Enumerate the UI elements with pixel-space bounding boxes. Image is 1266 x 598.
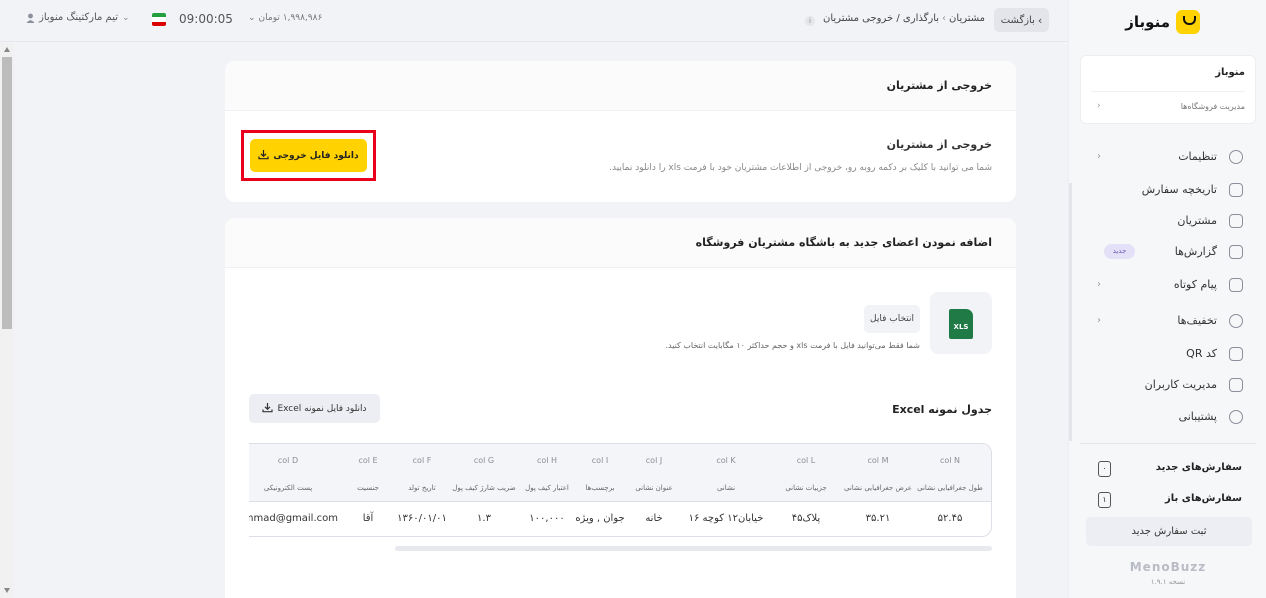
chart-icon (1229, 245, 1243, 259)
breadcrumb-separator: › (942, 13, 947, 24)
sidebar-item-0[interactable]: تنظیمات ‹ (1069, 146, 1266, 170)
divider (1080, 443, 1256, 444)
column-header: پست الکترونیکی (263, 484, 313, 492)
sidebar-item-7[interactable]: مدیریت کاربران (1069, 374, 1266, 398)
headset-icon (1229, 410, 1243, 424)
brand-logo[interactable]: منوباز (1125, 10, 1200, 34)
export-section-title: خروجی از مشتریان (886, 138, 992, 151)
xls-file-icon-box[interactable]: XLS (930, 292, 992, 354)
chevron-left-icon: ‹ (1097, 279, 1101, 290)
store-selector[interactable]: منوباز مدیریت فروشگاه‌ها › (1080, 55, 1256, 124)
sidebar-item-1[interactable]: تاریخچه سفارش (1069, 179, 1266, 203)
sample-table: col N طول جغرافیایی نشانی col M عرض جغرافیا… (249, 443, 992, 537)
top-bar: ⌄ تیم مارکتینگ منوباز 09:00:05 ⌄ ۱,۹۹۸,۹… (0, 0, 1068, 42)
back-label: بازگشت (1000, 14, 1035, 26)
user-name: تیم مارکتینگ منوباز (39, 12, 119, 23)
divider (1091, 91, 1245, 92)
import-card-header: اضافه نمودن اعضای جدید به باشگاه مشتریان… (225, 218, 1016, 268)
wallet-amount: ۱,۹۹۸,۹۸۶ تومان (258, 13, 323, 23)
logo-icon (1176, 10, 1200, 34)
new-orders-count: ۰ (1098, 461, 1111, 477)
export-card-header: خروجی از مشتریان (225, 61, 1016, 111)
sidebar-item-label: تنظیمات (1178, 150, 1217, 163)
open-orders-label: سفارش‌های باز (1165, 493, 1242, 504)
message-icon (1229, 278, 1243, 292)
chevron-left-icon: › (1097, 101, 1101, 111)
scroll-thumb[interactable] (2, 57, 12, 329)
user-manage-icon (1229, 378, 1243, 392)
sidebar-item-label: مشتریان (1177, 214, 1217, 227)
wallet-balance[interactable]: ⌄ ۱,۹۹۸,۹۸۶ تومان (248, 13, 322, 23)
sidebar-item-label: مدیریت کاربران (1144, 378, 1217, 391)
new-orders-label: سفارش‌های جدید (1155, 462, 1242, 473)
sidebar-item-2[interactable]: مشتریان (1069, 210, 1266, 234)
clock: 09:00:05 (179, 12, 233, 26)
sidebar-item-label: پیام کوتاه (1173, 278, 1217, 291)
open-orders-row[interactable]: سفارش‌های باز ۱ (1069, 490, 1266, 510)
scroll-down-arrow[interactable] (4, 588, 10, 593)
xls-file-icon: XLS (949, 309, 973, 339)
sample-table-title: جدول نمونه Excel (892, 403, 992, 416)
export-description: شما می توانید با کلیک بر دکمه روبه رو، خ… (609, 163, 992, 173)
flag-icon[interactable] (152, 13, 166, 26)
new-badge: جدید (1104, 244, 1135, 259)
new-order-button[interactable]: ثبت سفارش جدید (1086, 517, 1252, 546)
sidebar-item-label: تاریخچه سفارش (1141, 183, 1217, 196)
app-root: ⌄ تیم مارکتینگ منوباز 09:00:05 ⌄ ۱,۹۹۸,۹… (0, 0, 1266, 598)
back-button[interactable]: بازگشت ‹ (994, 8, 1049, 32)
pick-file-button[interactable]: انتخاب فایل (864, 305, 920, 333)
sidebar-item-label: کد QR (1186, 347, 1217, 360)
import-card-title: اضافه نمودن اعضای جدید به باشگاه مشتریان… (695, 236, 992, 249)
sidebar: منوباز منوباز مدیریت فروشگاه‌ها › تنظیما… (1068, 0, 1266, 598)
user-icon (26, 13, 35, 23)
download-export-label: دانلود فایل خروجی (273, 150, 359, 161)
open-orders-count: ۱ (1098, 492, 1111, 508)
download-export-button[interactable]: دانلود فایل خروجی (250, 139, 367, 172)
app-version: نسخه ۱.۹.۱ (1150, 578, 1186, 586)
breadcrumb: مشتریان›بارگذاری / خروجی مشتریان (823, 13, 985, 24)
discount-icon (1229, 314, 1243, 328)
chevron-left-icon: ‹ (1097, 315, 1101, 326)
sidebar-item-3[interactable]: گزارش‌ها جدید (1069, 241, 1266, 265)
gear-icon (1229, 150, 1243, 164)
info-icon[interactable]: i (805, 16, 815, 26)
sidebar-item-5[interactable]: تخفیف‌ها ‹ (1069, 310, 1266, 334)
column-code: col D (277, 456, 299, 465)
chevron-down-icon: ⌄ (122, 12, 130, 23)
chevron-left-icon: ‹ (1097, 151, 1101, 162)
chevron-down-icon: ⌄ (248, 13, 256, 23)
breadcrumb-current: بارگذاری / خروجی مشتریان (823, 13, 940, 24)
pick-file-note: شما فقط می‌توانید فایل با فرمت xls و حجم… (665, 341, 920, 350)
sidebar-item-4[interactable]: پیام کوتاه ‹ (1069, 274, 1266, 298)
store-name: منوباز (1215, 67, 1245, 78)
qr-icon (1229, 347, 1243, 361)
breadcrumb-root[interactable]: مشتریان (949, 13, 985, 24)
import-card: اضافه نمودن اعضای جدید به باشگاه مشتریان… (225, 218, 1016, 598)
chevron-left-icon: ‹ (1037, 13, 1043, 27)
sidebar-item-8[interactable]: پشتیبانی (1069, 406, 1266, 430)
download-sample-label: دانلود فایل نمونه Excel (277, 403, 367, 414)
footer-brand: MenoBuzz (1129, 560, 1207, 574)
export-card: خروجی از مشتریان خروجی از مشتریان شما می… (225, 61, 1016, 202)
page-scrollbar[interactable] (0, 43, 14, 598)
download-icon (262, 402, 274, 416)
sidebar-item-6[interactable]: کد QR (1069, 343, 1266, 367)
sidebar-item-label: پشتیبانی (1178, 410, 1217, 423)
export-card-title: خروجی از مشتریان (886, 79, 992, 92)
sidebar-item-label: تخفیف‌ها (1177, 314, 1217, 327)
table-cell: hammad@gmail.com (249, 513, 338, 524)
user-menu[interactable]: ⌄ تیم مارکتینگ منوباز (26, 12, 130, 23)
table-horizontal-scrollbar[interactable] (395, 546, 992, 551)
highlight-box: دانلود فایل خروجی (241, 130, 376, 181)
download-icon (258, 149, 269, 163)
download-sample-button[interactable]: دانلود فایل نمونه Excel (249, 394, 380, 423)
scroll-up-arrow[interactable] (4, 47, 10, 52)
sidebar-item-label: گزارش‌ها (1174, 245, 1217, 258)
document-icon (1229, 183, 1243, 197)
sample-table-header: col N طول جغرافیایی نشانی col M عرض جغرافیا… (249, 444, 991, 502)
manage-stores-link[interactable]: مدیریت فروشگاه‌ها (1181, 102, 1245, 111)
new-orders-row[interactable]: سفارش‌های جدید ۰ (1069, 459, 1266, 479)
brand-name: منوباز (1125, 13, 1170, 31)
users-icon (1229, 214, 1243, 228)
